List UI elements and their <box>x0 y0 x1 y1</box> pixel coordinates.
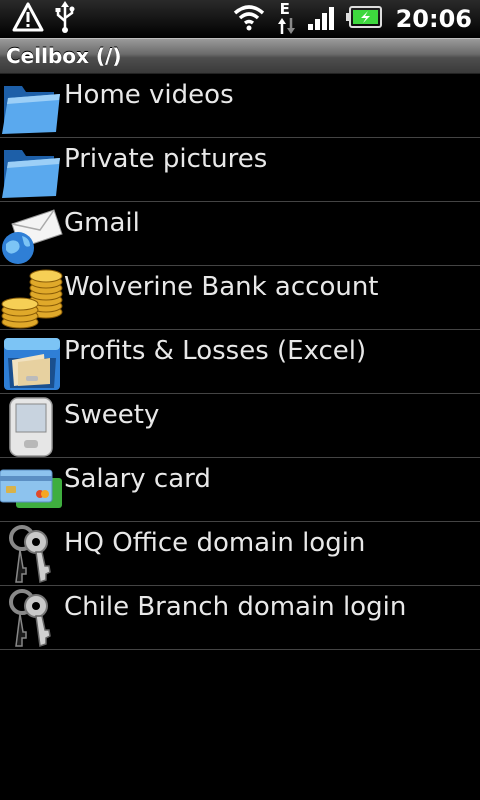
file-cabinet-icon <box>0 330 64 394</box>
list-item-private-pictures[interactable]: Private pictures <box>0 138 480 202</box>
data-transfer-icon: E <box>276 0 298 36</box>
list-item-salary-card[interactable]: Salary card <box>0 458 480 522</box>
status-left <box>12 1 76 37</box>
title-bar: Cellbox (/) <box>0 38 480 74</box>
list-item-home-videos[interactable]: Home videos <box>0 74 480 138</box>
usb-icon <box>54 1 76 37</box>
list-item-label: Gmail <box>64 208 140 238</box>
page-title: Cellbox (/) <box>6 44 122 68</box>
list-item-chile-branch-domain-login[interactable]: Chile Branch domain login <box>0 586 480 650</box>
list-item-label: Sweety <box>64 400 160 430</box>
status-right: E 20:06 <box>232 0 472 36</box>
list-item-gmail[interactable]: Gmail <box>0 202 480 266</box>
item-list: Home videos Private pictures Gmail Wolve… <box>0 74 480 650</box>
warning-icon <box>12 2 44 36</box>
mail-globe-icon <box>0 202 64 266</box>
list-item-label: Profits & Losses (Excel) <box>64 336 367 366</box>
list-item-wolverine-bank-account[interactable]: Wolverine Bank account <box>0 266 480 330</box>
status-bar: E 20:06 <box>0 0 480 38</box>
list-item-label: Wolverine Bank account <box>64 272 379 302</box>
keys-icon <box>0 522 64 586</box>
list-item-hq-office-domain-login[interactable]: HQ Office domain login <box>0 522 480 586</box>
signal-icon <box>307 4 336 34</box>
credit-cards-icon <box>0 458 64 522</box>
list-item-label: HQ Office domain login <box>64 528 366 558</box>
list-item-profits-losses[interactable]: Profits & Losses (Excel) <box>0 330 480 394</box>
list-item-label: Chile Branch domain login <box>64 592 407 622</box>
pda-icon <box>0 394 64 458</box>
clock: 20:06 <box>395 5 472 33</box>
list-item-sweety[interactable]: Sweety <box>0 394 480 458</box>
keys-icon <box>0 586 64 650</box>
list-item-label: Home videos <box>64 80 234 110</box>
list-item-label: Salary card <box>64 464 211 494</box>
folder-icon <box>0 138 64 202</box>
folder-icon <box>0 74 64 138</box>
list-item-label: Private pictures <box>64 144 268 174</box>
battery-icon <box>345 6 382 32</box>
coins-icon <box>0 266 64 330</box>
wifi-icon <box>232 3 266 35</box>
